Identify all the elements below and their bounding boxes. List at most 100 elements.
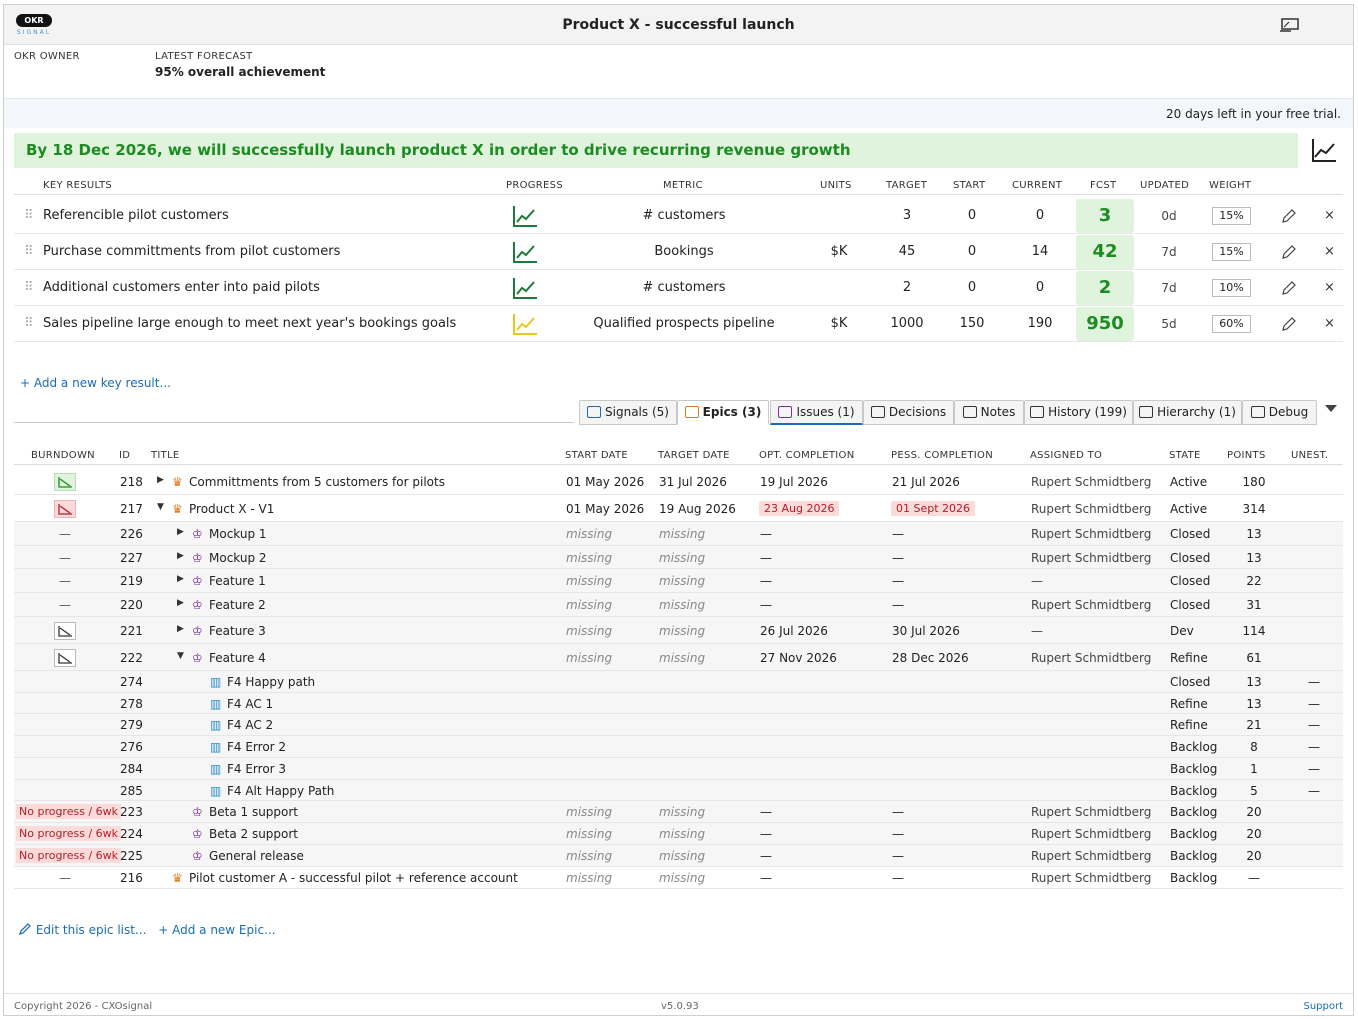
table-row[interactable]: No progress / 6wk 223 ♔ Beta 1 support missi… bbox=[14, 801, 1343, 823]
delete-close-icon[interactable]: × bbox=[1324, 198, 1335, 234]
table-row[interactable]: — 219 ▶ ♔ Feature 1 missing missing — — — Closed 22 bbox=[14, 569, 1343, 593]
edit-pencil-icon[interactable] bbox=[1281, 244, 1297, 260]
kr-weight-input[interactable]: 15% bbox=[1212, 243, 1251, 261]
presentation-icon[interactable] bbox=[1279, 17, 1301, 33]
table-row[interactable]: — 227 ▶ ♔ Mockup 2 missing missing — — Rupert Sch… bbox=[14, 546, 1343, 569]
kr-metric: # customers bbox=[642, 280, 726, 295]
table-row[interactable]: 221 ▶ ♔ Feature 3 missing missing 26 Jul 2026 3… bbox=[14, 617, 1343, 644]
table-row[interactable]: — 226 ▶ ♔ Mockup 1 missing missing — — Rupert Sch… bbox=[14, 522, 1343, 546]
epic-title[interactable]: F4 Error 3 bbox=[227, 762, 286, 776]
kr-units: $K bbox=[830, 244, 848, 259]
tab-hierarchy[interactable]: Hierarchy (1) bbox=[1133, 400, 1242, 425]
add-key-result-link[interactable]: + Add a new key result... bbox=[20, 376, 171, 390]
epic-title[interactable]: Mockup 2 bbox=[209, 551, 267, 565]
drag-handle-icon[interactable]: ⠿ bbox=[24, 198, 34, 234]
ep-header-target: TARGET DATE bbox=[658, 450, 730, 461]
tab-history[interactable]: History (199) bbox=[1024, 400, 1133, 425]
collapse-chevron-icon[interactable]: ▼ bbox=[177, 651, 189, 661]
kr-name[interactable]: Additional customers enter into paid pil… bbox=[43, 270, 320, 306]
epic-assigned-to: Rupert Schmidtberg bbox=[1031, 827, 1152, 841]
expand-chevron-icon[interactable]: ▶ bbox=[177, 551, 189, 561]
delete-close-icon[interactable]: × bbox=[1324, 234, 1335, 270]
tabs-more-chevron-down-icon[interactable] bbox=[1325, 405, 1337, 412]
table-row[interactable]: 218 ▶ ♛ Committments from 5 customers for p… bbox=[14, 468, 1343, 495]
edit-pencil-icon[interactable] bbox=[1281, 280, 1297, 296]
collapse-chevron-icon[interactable]: ▼ bbox=[157, 502, 169, 512]
epic-title[interactable]: Product X - V1 bbox=[189, 502, 274, 516]
tab-epics[interactable]: Epics (3) bbox=[677, 400, 769, 425]
burndown-chart-icon[interactable] bbox=[54, 649, 76, 667]
table-row[interactable]: No progress / 6wk 225 ♔ General release miss… bbox=[14, 845, 1343, 867]
edit-pencil-icon[interactable] bbox=[1281, 208, 1297, 224]
kr-current: 0 bbox=[1035, 280, 1045, 295]
delete-close-icon[interactable]: × bbox=[1324, 306, 1335, 342]
burndown-chart-icon[interactable] bbox=[54, 473, 76, 491]
table-row[interactable]: 276 ▥ F4 Error 2 Backlog 8 — bbox=[14, 736, 1343, 758]
support-link[interactable]: Support bbox=[1303, 1001, 1343, 1012]
table-row[interactable]: No progress / 6wk 224 ♔ Beta 2 support missi… bbox=[14, 823, 1343, 845]
pencil-icon[interactable] bbox=[18, 922, 32, 936]
drag-handle-icon[interactable]: ⠿ bbox=[24, 234, 34, 270]
epic-title[interactable]: Pilot customer A - successful pilot + re… bbox=[189, 871, 518, 885]
objective-chart-icon[interactable] bbox=[1310, 136, 1338, 164]
epic-title[interactable]: General release bbox=[209, 849, 304, 863]
epic-title[interactable]: F4 Error 2 bbox=[227, 740, 286, 754]
table-row[interactable]: 284 ▥ F4 Error 3 Backlog 1 — bbox=[14, 758, 1343, 780]
epic-title[interactable]: Beta 2 support bbox=[209, 827, 298, 841]
kr-forecast[interactable]: 3 bbox=[1076, 199, 1134, 233]
expand-chevron-icon[interactable]: ▶ bbox=[177, 624, 189, 634]
epic-pess-completion: — bbox=[892, 849, 904, 863]
tab-signals[interactable]: Signals (5) bbox=[579, 400, 677, 425]
expand-chevron-icon[interactable]: ▶ bbox=[177, 527, 189, 537]
kr-forecast[interactable]: 2 bbox=[1076, 271, 1134, 305]
tab-issues[interactable]: Issues (1) bbox=[770, 400, 863, 425]
table-row[interactable]: 279 ▥ F4 AC 2 Refine 21 — bbox=[14, 714, 1343, 736]
table-row[interactable]: 222 ▼ ♔ Feature 4 missing missing 27 Nov 2026 2… bbox=[14, 644, 1343, 671]
kr-weight-input[interactable]: 60% bbox=[1212, 315, 1251, 333]
kr-name[interactable]: Referencible pilot customers bbox=[43, 198, 229, 234]
expand-chevron-icon[interactable]: ▶ bbox=[177, 574, 189, 584]
epic-title[interactable]: Mockup 1 bbox=[209, 527, 267, 541]
table-row[interactable]: 274 ▥ F4 Happy path Closed 13 — bbox=[14, 671, 1343, 693]
expand-chevron-icon[interactable]: ▶ bbox=[157, 475, 169, 485]
table-row[interactable]: 217 ▼ ♛ Product X - V1 01 May 2026 19 Aug 202… bbox=[14, 495, 1343, 522]
add-epic-link[interactable]: + Add a new Epic... bbox=[158, 923, 275, 937]
kr-row[interactable]: ⠿ Purchase committments from pilot custom… bbox=[14, 234, 1343, 270]
kr-weight-input[interactable]: 10% bbox=[1212, 279, 1251, 297]
epic-title[interactable]: Committments from 5 customers for pilots bbox=[189, 475, 445, 489]
epic-title[interactable]: Feature 4 bbox=[209, 651, 266, 665]
edit-pencil-icon[interactable] bbox=[1281, 316, 1297, 332]
epic-title[interactable]: Feature 1 bbox=[209, 574, 266, 588]
kr-forecast[interactable]: 42 bbox=[1076, 235, 1134, 269]
burndown-chart-icon[interactable] bbox=[54, 622, 76, 640]
table-row[interactable]: — 216 ♛ Pilot customer A - successful pilot… bbox=[14, 867, 1343, 889]
tab-decisions[interactable]: Decisions bbox=[863, 400, 954, 425]
epic-title[interactable]: Beta 1 support bbox=[209, 805, 298, 819]
kr-name[interactable]: Sales pipeline large enough to meet next… bbox=[43, 306, 456, 342]
epic-title[interactable]: F4 Happy path bbox=[227, 675, 315, 689]
epic-title[interactable]: F4 AC 1 bbox=[227, 697, 273, 711]
drag-handle-icon[interactable]: ⠿ bbox=[24, 306, 34, 342]
kr-row[interactable]: ⠿ Sales pipeline large enough to meet nex… bbox=[14, 306, 1343, 342]
kr-forecast[interactable]: 950 bbox=[1076, 307, 1134, 341]
epic-points: 13 bbox=[1246, 675, 1262, 689]
table-row[interactable]: 278 ▥ F4 AC 1 Refine 13 — bbox=[14, 693, 1343, 714]
kr-weight-input[interactable]: 15% bbox=[1212, 207, 1251, 225]
drag-handle-icon[interactable]: ⠿ bbox=[24, 270, 34, 306]
epic-title[interactable]: F4 Alt Happy Path bbox=[227, 784, 334, 798]
tab-debug[interactable]: Debug bbox=[1242, 400, 1317, 425]
kr-row[interactable]: ⠿ Referencible pilot customers # customers… bbox=[14, 198, 1343, 234]
kr-row[interactable]: ⠿ Additional customers enter into paid pi… bbox=[14, 270, 1343, 306]
epic-title[interactable]: F4 AC 2 bbox=[227, 718, 273, 732]
table-row[interactable]: 285 ▥ F4 Alt Happy Path Backlog 5 — bbox=[14, 780, 1343, 801]
tab-notes[interactable]: Notes bbox=[954, 400, 1024, 425]
objective-title[interactable]: By 18 Dec 2026, we will successfully lau… bbox=[14, 133, 1298, 168]
epic-title[interactable]: Feature 3 bbox=[209, 624, 266, 638]
kr-name[interactable]: Purchase committments from pilot custome… bbox=[43, 234, 340, 270]
edit-epic-list-link[interactable]: Edit this epic list... bbox=[36, 923, 147, 937]
burndown-chart-icon[interactable] bbox=[54, 500, 76, 518]
epic-title[interactable]: Feature 2 bbox=[209, 598, 266, 612]
delete-close-icon[interactable]: × bbox=[1324, 270, 1335, 306]
table-row[interactable]: — 220 ▶ ♔ Feature 2 missing missing — — Rupert Sc… bbox=[14, 593, 1343, 617]
expand-chevron-icon[interactable]: ▶ bbox=[177, 598, 189, 608]
